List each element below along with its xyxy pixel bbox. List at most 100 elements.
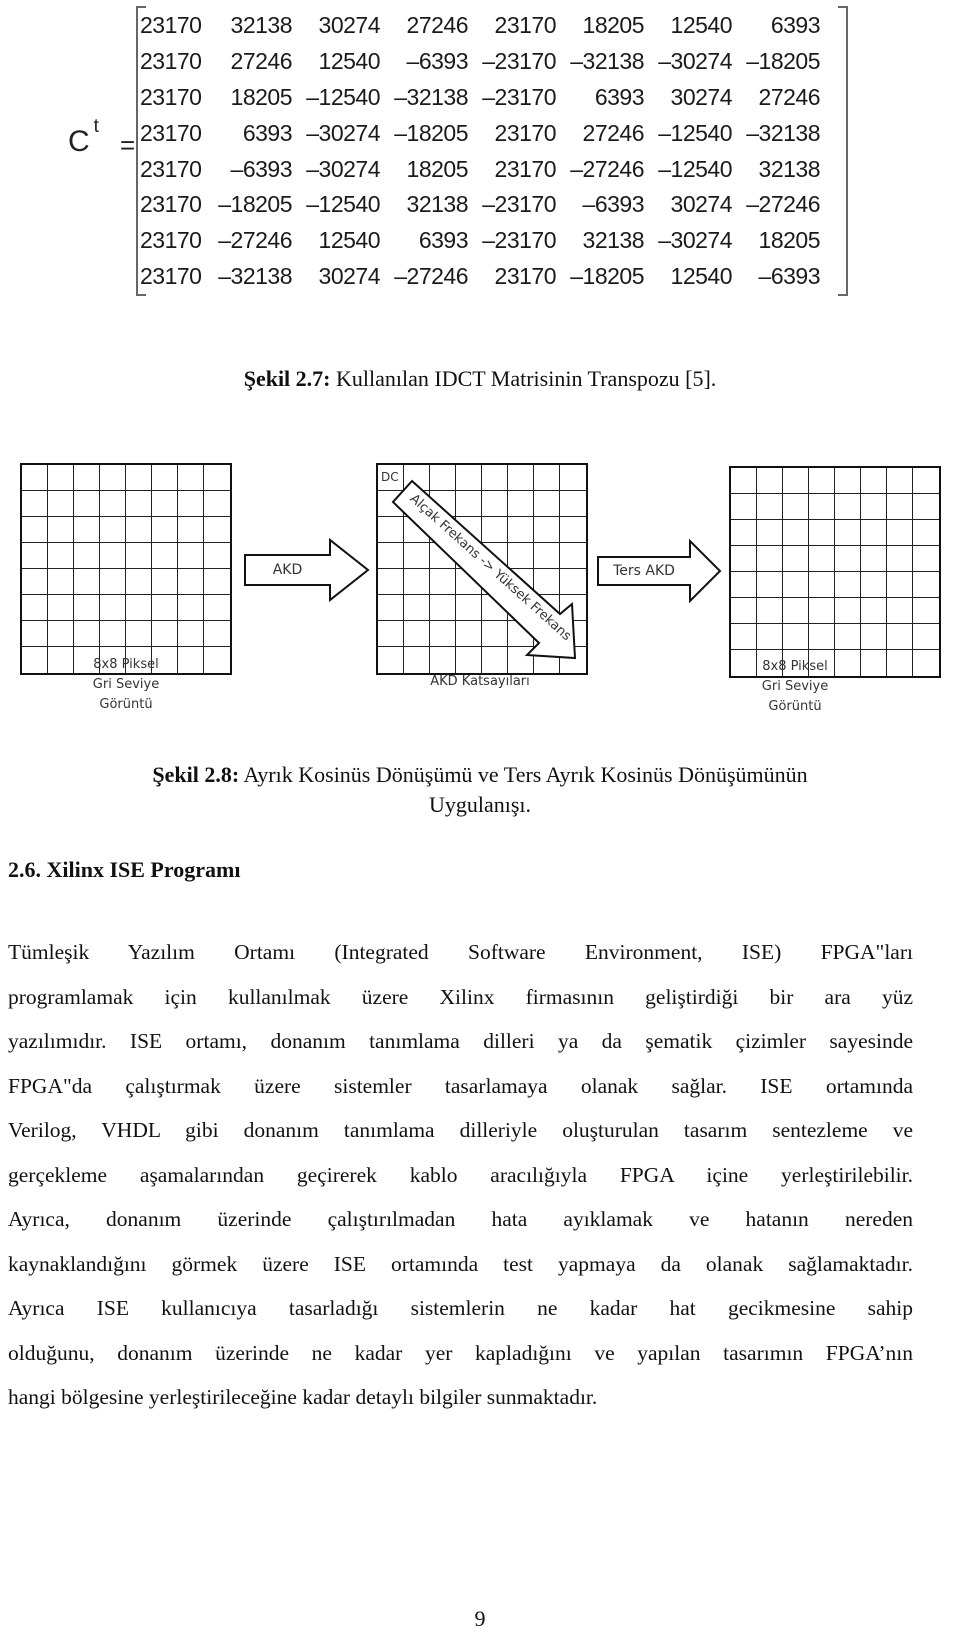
matrix-cell: 6393 xyxy=(770,12,821,39)
matrix-row: 23170 6393 –30274 –18205 23170 27246 –12540 –32… xyxy=(140,115,845,151)
matrix-symbol: Ct xyxy=(68,116,99,159)
matrix-cell: –30274 xyxy=(306,119,380,146)
matrix-cell: –23170 xyxy=(482,191,556,218)
right-grid-label-line: 8x8 Piksel xyxy=(762,659,828,674)
matrix-cell: 23170 xyxy=(494,119,557,146)
matrix-cell: 23170 xyxy=(140,48,202,75)
matrix-cell: –6393 xyxy=(406,48,469,75)
matrix-cell: –32138 xyxy=(394,83,468,110)
right-grid-label: 8x8 Piksel Gri Seviye Görüntü xyxy=(735,657,855,717)
matrix-cell: 32138 xyxy=(758,155,821,182)
figure-2-7-caption: Şekil 2.7: Kullanılan IDCT Matrisinin Tr… xyxy=(0,366,960,392)
matrix-cell: 23170 xyxy=(140,227,202,254)
matrix-row: 23170 27246 12540 –6393 –23170 –32138 –30274 –1… xyxy=(140,44,845,80)
matrix-cell: –27246 xyxy=(394,262,468,289)
matrix-cell: 32138 xyxy=(582,227,645,254)
forward-arrow-label: AKD xyxy=(272,562,303,578)
dc-corner-label: DC xyxy=(381,470,399,484)
paragraph-line: yazılımıdır. ISE ortamı, donanım tanımla… xyxy=(8,1029,913,1053)
matrix-cell: –32138 xyxy=(746,119,820,146)
matrix-row: 23170 –27246 12540 6393 –23170 32138 –30274 182… xyxy=(140,223,845,259)
matrix-cell: 12540 xyxy=(318,48,381,75)
idct-transpose-matrix-figure: Ct = 23170 32138 30274 27246 23170 18205 12540… xyxy=(0,0,960,310)
matrix-cell: 30274 xyxy=(670,191,733,218)
matrix-cell: 18205 xyxy=(758,227,821,254)
paragraph-line: hangi bölgesine yerleştirileceğine kadar… xyxy=(8,1385,598,1409)
matrix-cell: –23170 xyxy=(482,83,556,110)
caption-text: Kullanılan IDCT Matrisinin Transpozu [5]… xyxy=(330,366,717,391)
matrix-cell: –12540 xyxy=(306,83,380,110)
matrix-cell: 30274 xyxy=(318,12,381,39)
matrix-cell: –30274 xyxy=(658,227,732,254)
matrix-cell: 23170 xyxy=(140,12,202,39)
matrix-cell: 23170 xyxy=(494,262,557,289)
matrix-cell: –18205 xyxy=(218,191,292,218)
matrix-row: 23170 32138 30274 27246 23170 18205 12540 6393 xyxy=(140,8,845,44)
matrix-row: 23170 –6393 –30274 18205 23170 –27246 –12540 32… xyxy=(140,151,845,187)
matrix-cell: –32138 xyxy=(218,262,292,289)
matrix-cell: –12540 xyxy=(306,191,380,218)
matrix-row: 23170 –32138 30274 –27246 23170 –18205 12540 –6… xyxy=(140,259,845,295)
matrix-cell: 18205 xyxy=(230,83,293,110)
matrix-cell: 12540 xyxy=(670,262,733,289)
matrix-cell: –27246 xyxy=(218,227,292,254)
matrix-cell: –23170 xyxy=(482,48,556,75)
matrix-cell: –6393 xyxy=(758,262,821,289)
matrix-cell: 23170 xyxy=(140,155,202,182)
matrix-cell: 6393 xyxy=(594,83,645,110)
matrix-cell: 18205 xyxy=(406,155,469,182)
matrix-cell: 23170 xyxy=(494,12,557,39)
matrix-cell: –12540 xyxy=(658,119,732,146)
middle-grid-label: AKD Katsayıları xyxy=(430,674,530,689)
matrix-cell: –30274 xyxy=(306,155,380,182)
paragraph-line: programlamak için kullanılmak üzere Xili… xyxy=(8,984,913,1009)
matrix-cell: 23170 xyxy=(494,155,557,182)
right-grid-label-line: Görüntü xyxy=(768,699,822,714)
left-grid-label-line: 8x8 Piksel xyxy=(93,657,159,672)
matrix-cell: 23170 xyxy=(140,119,202,146)
left-grid-label-line: Görüntü xyxy=(99,697,153,712)
matrix-cell: 27246 xyxy=(230,48,293,75)
matrix-cell: –18205 xyxy=(746,48,820,75)
left-grid-label: 8x8 Piksel Gri Seviye Görüntü xyxy=(66,655,186,715)
caption-line: Şekil 2.8: Ayrık Kosinüs Dönüşümü ve Ter… xyxy=(0,760,960,790)
paragraph-line: Verilog, VHDL gibi donanım tanımlama dil… xyxy=(8,1118,913,1142)
matrix-cell: –30274 xyxy=(658,48,732,75)
paragraph-line: Ayrıca ISE kullanıcıya tasarladığı siste… xyxy=(8,1296,913,1320)
inverse-arrow-label: Ters AKD xyxy=(613,563,675,579)
matrix-cell: 30274 xyxy=(670,83,733,110)
matrix-row: 23170 –18205 –12540 32138 –23170 –6393 30274 –2… xyxy=(140,187,845,223)
matrix-symbol-letter: C xyxy=(68,125,90,158)
matrix-cell: 27246 xyxy=(758,83,821,110)
matrix-superscript: t xyxy=(93,116,99,137)
matrix-cell: 23170 xyxy=(140,191,202,218)
section-paragraph: Tümleşik Yazılım Ortamı (Integrated Soft… xyxy=(8,930,913,1420)
matrix-cell: –27246 xyxy=(746,191,820,218)
matrix-cell: 30274 xyxy=(318,262,381,289)
matrix-cell: –27246 xyxy=(570,155,644,182)
matrix-cell: –32138 xyxy=(570,48,644,75)
matrix-cell: 12540 xyxy=(670,12,733,39)
matrix-cell: 23170 xyxy=(140,83,202,110)
paragraph-line: FPGA"da çalıştırmak üzere sistemler tasa… xyxy=(8,1073,913,1098)
dct-idct-diagram: AKD Ters AKD DC Alçak Frekans -> Yüksek … xyxy=(0,430,960,730)
right-grid-label-line: Gri Seviye xyxy=(761,679,829,694)
matrix-cell: 12540 xyxy=(318,227,381,254)
matrix-cell: 32138 xyxy=(406,191,469,218)
paragraph-line: Ayrıca, donanım üzerinde çalıştırılmadan… xyxy=(8,1207,913,1231)
matrix-cell: 6393 xyxy=(242,119,293,146)
page-number: 9 xyxy=(474,1606,486,1631)
matrix-row: 23170 18205 –12540 –32138 –23170 6393 30274 272… xyxy=(140,80,845,116)
paragraph-line: olduğunu, donanım üzerinde ne kadar yer … xyxy=(8,1340,913,1365)
matrix-cell: 32138 xyxy=(230,12,293,39)
left-grid-label-line: Gri Seviye xyxy=(92,677,160,692)
caption-text: Ayrık Kosinüs Dönüşümü ve Ters Ayrık Kos… xyxy=(239,762,808,787)
section-heading: 2.6. Xilinx ISE Programı xyxy=(8,857,241,882)
figure-2-8-caption: Şekil 2.8: Ayrık Kosinüs Dönüşümü ve Ter… xyxy=(0,760,960,820)
matrix-cell: 6393 xyxy=(418,227,469,254)
matrix-cell: 27246 xyxy=(406,12,469,39)
matrix-cell: –23170 xyxy=(482,227,556,254)
matrix-cell: –12540 xyxy=(658,155,732,182)
matrix-cell: –18205 xyxy=(570,262,644,289)
matrix-cell: –6393 xyxy=(582,191,645,218)
